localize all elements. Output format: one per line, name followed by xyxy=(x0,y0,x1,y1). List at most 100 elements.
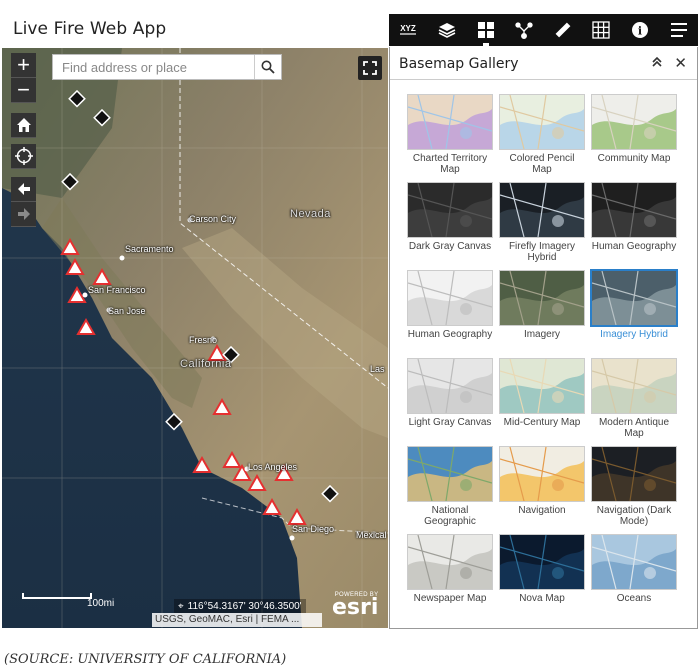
info-tool[interactable]: i xyxy=(623,14,657,46)
map-label-california: California xyxy=(180,358,232,370)
map-label-san-jose: San Jose xyxy=(108,306,146,316)
measure-tool[interactable] xyxy=(546,14,580,46)
arrow-left-icon xyxy=(17,183,30,195)
basemap-label: Nova Map xyxy=(519,593,565,604)
layers-icon xyxy=(438,23,456,38)
basemap-item[interactable]: Nova Map xyxy=(499,534,585,614)
basemap-thumbnail xyxy=(407,270,493,326)
home-button[interactable] xyxy=(11,113,36,138)
basemap-label: Navigation xyxy=(518,505,566,516)
basemap-label: Imagery Hybrid xyxy=(600,329,668,340)
navigation-controls xyxy=(11,177,36,227)
menu-tool[interactable] xyxy=(662,14,696,46)
xyz-tool[interactable]: XYZ xyxy=(391,14,425,46)
fullscreen-icon xyxy=(363,61,377,75)
esri-brand: esri xyxy=(332,595,379,620)
basemap-thumbnail xyxy=(499,94,585,150)
basemap-item[interactable]: Navigation (Dark Mode) xyxy=(591,446,677,527)
basemap-item[interactable]: Imagery Hybrid xyxy=(591,270,677,350)
basemap-item[interactable]: National Geographic xyxy=(407,446,493,527)
app-header: Live Fire Web App xyxy=(0,0,388,48)
panel-header: Basemap Gallery ✕ xyxy=(390,47,697,80)
grid-tool[interactable] xyxy=(584,14,618,46)
basemap-item[interactable]: Human Geography xyxy=(407,270,493,350)
basemap-thumbnail xyxy=(591,358,677,414)
search-icon xyxy=(261,60,275,74)
info-icon: i xyxy=(632,22,649,38)
map-view[interactable]: Carson City Nevada Sacramento San Franci… xyxy=(2,48,388,628)
basemap-label: Community Map xyxy=(597,153,671,164)
map-label-san-diego: San Diego xyxy=(292,524,335,534)
basemap-gallery-tool[interactable] xyxy=(469,14,503,46)
basemap-item[interactable]: Imagery xyxy=(499,270,585,350)
map-label-mexicali: Mexical xyxy=(356,530,387,540)
map-label-san-francisco: San Francisco xyxy=(88,285,146,295)
map-label-sacramento: Sacramento xyxy=(125,244,174,254)
map-label-carson-city: Carson City xyxy=(189,214,237,224)
previous-extent-button[interactable] xyxy=(11,177,36,202)
search-input[interactable] xyxy=(53,55,262,79)
basemap-thumbnail xyxy=(499,446,585,502)
basemap-item[interactable]: Oceans xyxy=(591,534,677,614)
plus-icon: + xyxy=(17,52,30,77)
search-button[interactable] xyxy=(254,55,281,79)
basemap-label: Mid-Century Map xyxy=(503,417,581,428)
minus-icon: − xyxy=(17,77,30,102)
scale-bar-label: 100mi xyxy=(87,598,115,609)
map-label-las: Las xyxy=(370,364,385,374)
ruler-icon xyxy=(555,22,571,38)
coordinate-value: 116°54.3167' 30°46.3500' xyxy=(187,600,302,612)
next-extent-button[interactable] xyxy=(11,202,36,227)
basemap-thumbnail xyxy=(499,270,585,326)
coordinate-readout[interactable]: ⌖ 116°54.3167' 30°46.3500' xyxy=(174,599,306,613)
basemap-item[interactable]: Light Gray Canvas xyxy=(407,358,493,438)
close-icon: ✕ xyxy=(674,55,687,72)
grid-four-icon xyxy=(477,22,494,38)
app-title: Live Fire Web App xyxy=(13,19,167,39)
crosshair-icon xyxy=(14,147,33,165)
map-label-fresno: Fresno xyxy=(189,335,218,345)
basemap-item[interactable]: Newspaper Map xyxy=(407,534,493,614)
home-control xyxy=(11,113,36,138)
basemap-label: Human Geography xyxy=(591,241,677,252)
zoom-in-button[interactable]: + xyxy=(11,53,36,78)
locate-button[interactable] xyxy=(11,144,36,169)
menu-icon xyxy=(670,23,687,37)
scale-bar xyxy=(22,593,92,599)
basemap-thumbnail xyxy=(407,182,493,238)
basemap-item[interactable]: Colored Pencil Map xyxy=(499,94,585,175)
svg-text:i: i xyxy=(638,25,642,38)
basemap-label: Modern Antique Map xyxy=(598,417,670,439)
map-attribution[interactable]: USGS, GeoMAC, Esri | FEMA ... xyxy=(152,613,322,627)
home-icon xyxy=(16,118,31,132)
table-grid-icon xyxy=(592,21,611,39)
basemap-thumbnail xyxy=(499,534,585,590)
fullscreen-button[interactable] xyxy=(358,56,382,80)
basemap-item[interactable]: Navigation xyxy=(499,446,585,526)
basemap-thumbnail xyxy=(499,182,585,238)
basemap-thumbnail xyxy=(591,182,677,238)
basemap-item[interactable]: Dark Gray Canvas xyxy=(407,182,493,262)
basemap-item[interactable]: Community Map xyxy=(591,94,677,174)
basemap-gallery-panel: Basemap Gallery ✕ Charted Territory Map C… xyxy=(389,47,698,629)
basemap-thumbnail xyxy=(591,446,677,502)
basemap-item[interactable]: Firefly Imagery Hybrid xyxy=(499,182,585,263)
panel-close-button[interactable]: ✕ xyxy=(674,54,687,72)
basemap-label: Imagery xyxy=(523,329,561,340)
xyz-icon: XYZ xyxy=(400,24,417,35)
panel-collapse-button[interactable] xyxy=(651,56,663,71)
basemap-item[interactable]: Human Geography xyxy=(591,182,677,262)
basemap-item[interactable]: Mid-Century Map xyxy=(499,358,585,438)
layers-tool[interactable] xyxy=(430,14,464,46)
basemap-thumbnail xyxy=(407,534,493,590)
basemap-label: Charted Territory Map xyxy=(412,153,488,175)
basemap-item[interactable]: Modern Antique Map xyxy=(591,358,677,439)
zoom-out-button[interactable]: − xyxy=(11,78,36,103)
basemap-item[interactable]: Charted Territory Map xyxy=(407,94,493,175)
basemap-thumbnail xyxy=(407,358,493,414)
basemap-label: Human Geography xyxy=(407,329,493,340)
panel-title: Basemap Gallery xyxy=(399,56,519,72)
share-tool[interactable] xyxy=(507,14,541,46)
zoom-controls: + − xyxy=(11,53,36,103)
figure-caption: (SOURCE: UNIVERSITY OF CALIFORNIA) xyxy=(4,652,287,667)
